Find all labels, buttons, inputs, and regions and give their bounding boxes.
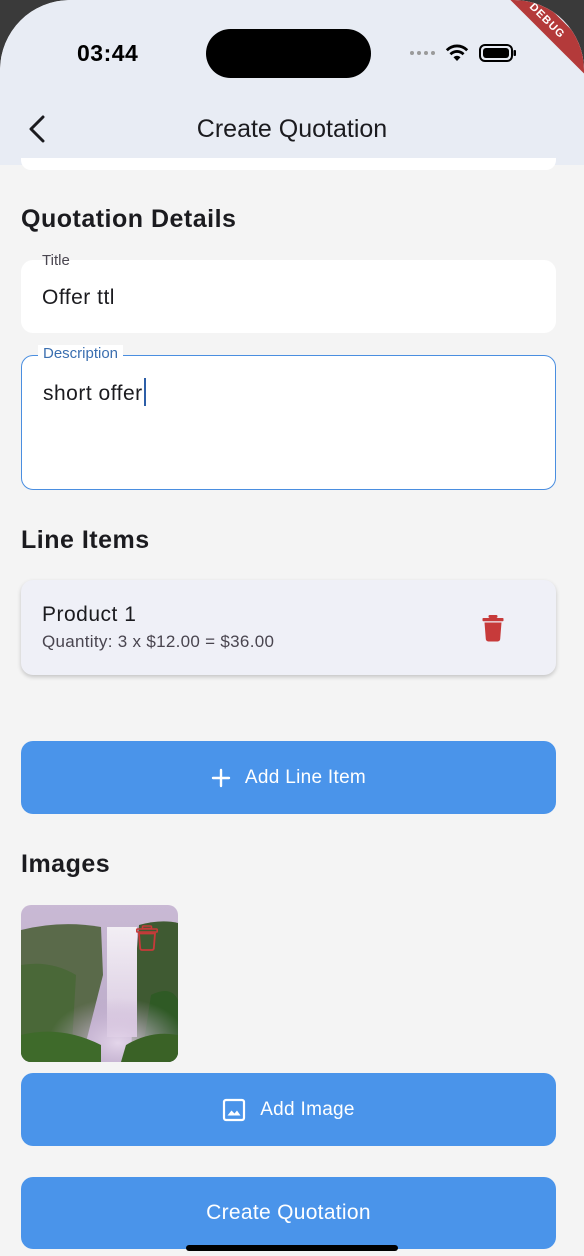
line-item-name: Product 1 <box>42 603 137 626</box>
description-field-label: Description <box>38 345 124 362</box>
status-icons <box>410 38 517 68</box>
dynamic-island <box>206 29 371 78</box>
trash-icon[interactable] <box>136 925 158 951</box>
add-line-item-label: Add Line Item <box>244 766 367 788</box>
add-image-button[interactable]: Add Image <box>21 1073 556 1146</box>
wifi-icon <box>445 44 469 61</box>
add-line-item-button[interactable]: Add Line Item <box>21 741 556 814</box>
create-quotation-label: Create Quotation <box>206 1201 371 1224</box>
title-field-value: Offer ttl <box>42 286 115 309</box>
status-time: 03:44 <box>77 40 139 66</box>
signal-icon <box>410 51 435 55</box>
create-quotation-button[interactable]: Create Quotation <box>21 1177 556 1249</box>
image-icon <box>223 1098 246 1121</box>
title-field[interactable]: Title Offer ttl <box>21 252 556 333</box>
battery-icon <box>479 44 516 62</box>
line-item-detail: Quantity: 3 x $12.00 = $36.00 <box>42 632 275 651</box>
line-item-card: Product 1 Quantity: 3 x $12.00 = $36.00 <box>21 580 556 675</box>
trash-icon[interactable] <box>482 614 504 642</box>
device-frame: 03:44 DEBUG Create Quotation Quotation D… <box>0 0 584 1256</box>
quotation-details-heading: Quotation Details <box>21 205 237 233</box>
app-bar: 03:44 DEBUG Create Quotation <box>0 0 584 165</box>
page-title: Create Quotation <box>196 115 388 143</box>
title-field-label: Title <box>42 252 70 269</box>
description-field-value: short offer <box>43 382 143 405</box>
previous-card-edge <box>21 158 556 170</box>
description-field[interactable]: Description short offer <box>21 345 556 490</box>
app-screen: 03:44 DEBUG Create Quotation Quotation D… <box>0 0 584 1256</box>
images-heading: Images <box>21 850 111 878</box>
plus-icon <box>211 768 231 787</box>
add-image-label: Add Image <box>260 1098 355 1120</box>
home-indicator <box>186 1245 398 1251</box>
text-cursor <box>143 378 146 406</box>
line-items-heading: Line Items <box>21 526 150 554</box>
